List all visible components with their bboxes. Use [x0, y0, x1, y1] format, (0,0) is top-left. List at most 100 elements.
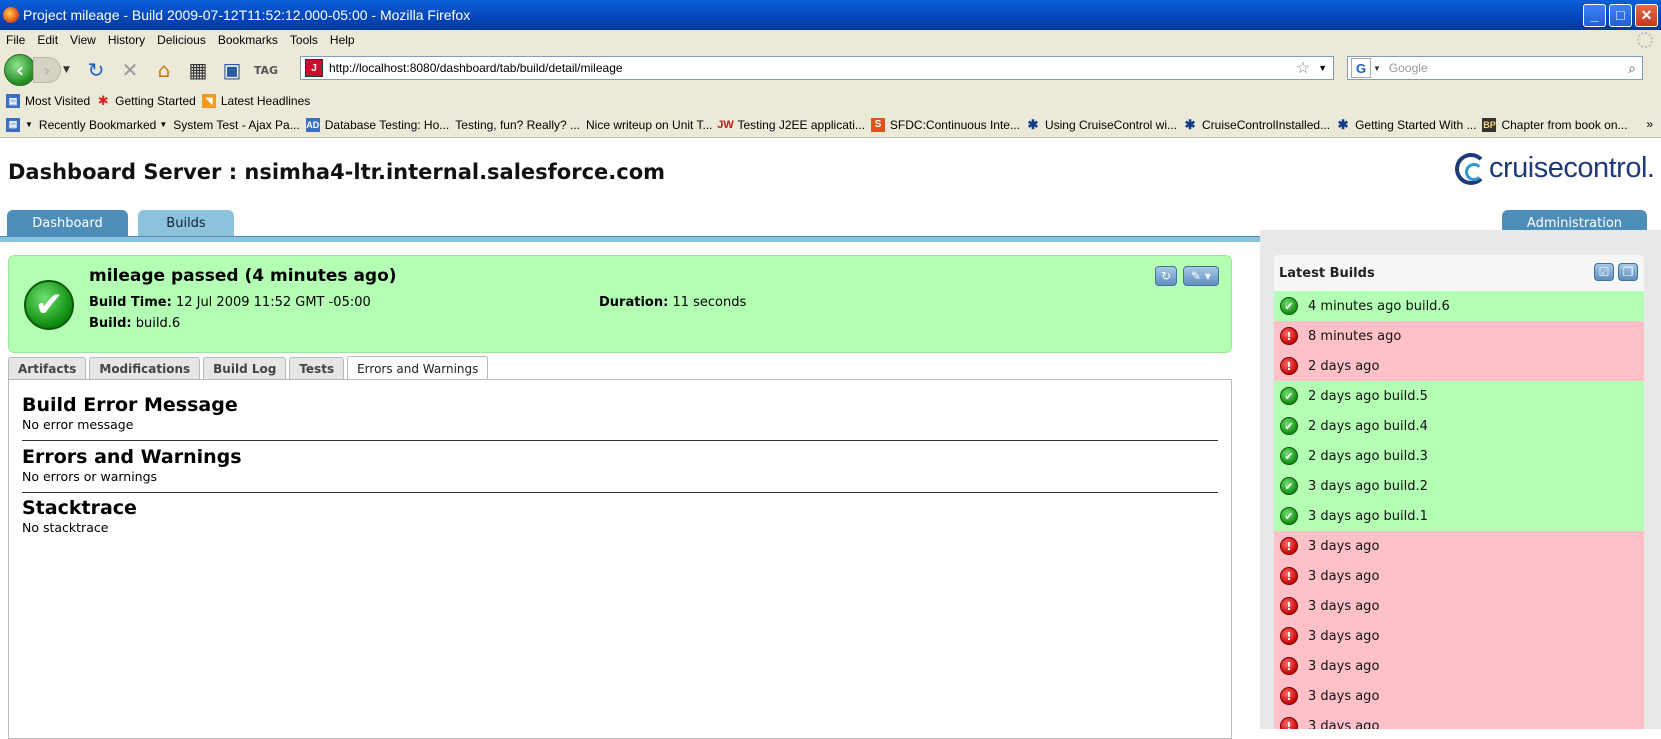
menu-file[interactable]: File	[6, 33, 25, 47]
list-item[interactable]: ! 3 days ago	[1274, 681, 1644, 711]
url-bar[interactable]: J http://localhost:8080/dashboard/tab/bu…	[300, 56, 1334, 80]
latest-builds-title: Latest Builds	[1279, 265, 1375, 281]
menu-delicious[interactable]: Delicious	[157, 33, 206, 47]
list-item[interactable]: ✔ 2 days ago build.4	[1274, 411, 1644, 441]
bookmark-menu-icon[interactable]: ▤ ▼	[6, 117, 33, 132]
engine-dropdown-icon[interactable]: ▼	[1373, 64, 1381, 73]
bookmark-item[interactable]: Nice writeup on Unit T...	[0, 117, 713, 264]
list-item[interactable]: ! 3 days ago	[1274, 531, 1644, 561]
latest-builds-header: Latest Builds ☑ ❐	[1274, 255, 1644, 291]
section-text: No error message	[22, 417, 134, 432]
toolbar-grid-icon[interactable]: ▦	[185, 57, 211, 83]
list-item[interactable]: ✔ 3 days ago build.2	[1274, 471, 1644, 501]
failed-icon: !	[1280, 627, 1298, 645]
build-summary-title: mileage passed (4 minutes ago)	[89, 266, 397, 286]
menu-edit[interactable]: Edit	[37, 33, 58, 47]
stacktrace-section: Stacktrace No stacktrace	[22, 496, 1218, 536]
menu-view[interactable]: View	[70, 33, 96, 47]
sfdc-icon: S	[870, 117, 885, 132]
list-item[interactable]: ✔ 2 days ago build.3	[1274, 441, 1644, 471]
menu-bookmarks[interactable]: Bookmarks	[218, 33, 278, 47]
list-item[interactable]: ! 3 days ago	[1274, 561, 1644, 591]
bookmark-item[interactable]: ✱ Using CruiseControl wi...	[1026, 117, 1178, 132]
maximize-button[interactable]: □	[1609, 3, 1632, 27]
force-build-icon[interactable]: ↻	[1155, 266, 1177, 286]
more-bookmarks-chevron-icon[interactable]: »	[1646, 117, 1653, 131]
select-all-icon[interactable]: ☑	[1594, 263, 1614, 281]
build-entry-label: 2 days ago build.4	[1308, 418, 1428, 434]
reload-icon[interactable]: ↻	[83, 57, 109, 83]
tab-build-log[interactable]: Build Log	[203, 357, 287, 380]
bookmark-label: Recently Bookmarked	[38, 117, 157, 132]
tab-tests[interactable]: Tests	[289, 357, 345, 380]
bookmark-item[interactable]: AD Database Testing: Ho...	[305, 117, 449, 132]
bookmark-most-visited[interactable]: ▤ Most Visited	[6, 94, 90, 108]
build-entry-label: 3 days ago build.2	[1308, 478, 1428, 494]
bookmark-label: Nice writeup on Unit T...	[586, 117, 713, 132]
list-item[interactable]: ✔ 3 days ago build.1	[1274, 501, 1644, 531]
close-button[interactable]: ✕	[1635, 3, 1658, 27]
bookmark-getting-started[interactable]: ✱ Getting Started	[96, 93, 196, 108]
build-entry-label: 3 days ago	[1308, 688, 1380, 704]
list-item[interactable]: ✔ 4 minutes ago build.6	[1274, 291, 1644, 321]
menu-tools[interactable]: Tools	[290, 33, 318, 47]
tab-artifacts[interactable]: Artifacts	[8, 357, 87, 380]
url-dropdown-icon[interactable]: ▼	[1318, 63, 1327, 73]
build-entry-label: 2 days ago	[1308, 358, 1380, 374]
build-label: Build:	[89, 316, 132, 331]
dropdown-icon: ▼	[159, 120, 168, 129]
menu-history[interactable]: History	[108, 33, 145, 47]
bookmark-label: CruiseControlInstalled...	[1202, 117, 1331, 132]
list-item[interactable]: ! 8 minutes ago	[1274, 321, 1644, 351]
list-item[interactable]: ! 3 days ago	[1274, 711, 1644, 729]
forward-button[interactable]: ›	[33, 57, 61, 83]
bookmark-item[interactable]: System Test - Ajax Pa...	[0, 117, 300, 264]
bookmark-label: System Test - Ajax Pa...	[173, 117, 300, 132]
menu-help[interactable]: Help	[330, 33, 355, 47]
tab-builds[interactable]: Builds	[138, 210, 234, 236]
config-dropdown-icon[interactable]: ✎ ▾	[1183, 266, 1219, 286]
bookmark-label: Testing, fun? Really? ...	[455, 117, 580, 132]
history-dropdown-icon[interactable]: ▼	[63, 65, 75, 75]
search-input[interactable]: Google	[1389, 61, 1628, 75]
stop-icon[interactable]: ✕	[117, 57, 143, 83]
bookmark-item[interactable]: ✱ CruiseControlInstalled...	[1183, 117, 1331, 132]
tag-icon[interactable]: TAG	[253, 57, 279, 83]
tab-dashboard[interactable]: Dashboard	[7, 210, 128, 236]
bookmark-latest-headlines[interactable]: ◥ Latest Headlines	[201, 94, 310, 108]
build-entry-label: 3 days ago	[1308, 658, 1380, 674]
dashboard-page: Dashboard Server : nsimha4-ltr.internal.…	[0, 138, 1661, 739]
minimize-button[interactable]: _	[1583, 3, 1606, 27]
bookmark-item[interactable]: JW Testing J2EE applicati...	[717, 118, 865, 132]
bookmark-item[interactable]: ✱ Getting Started With ...	[1336, 117, 1477, 132]
javaworld-icon: JW	[717, 118, 734, 131]
google-engine-icon[interactable]: G	[1351, 58, 1371, 78]
list-item[interactable]: ! 3 days ago	[1274, 621, 1644, 651]
tab-modifications[interactable]: Modifications	[89, 357, 201, 380]
bookmark-star-icon[interactable]: ☆	[1296, 58, 1310, 78]
bookmark-item[interactable]: S SFDC:Continuous Inte...	[870, 117, 1020, 132]
list-item[interactable]: ✔ 2 days ago build.5	[1274, 381, 1644, 411]
bookmark-folder-icon: ▤	[6, 94, 20, 108]
bookmark-item[interactable]: Testing, fun? Really? ...	[0, 117, 580, 264]
passed-icon: ✔	[1280, 417, 1298, 435]
passed-icon: ✔	[1280, 477, 1298, 495]
search-icon[interactable]: ⌕	[1628, 60, 1636, 77]
list-item[interactable]: ! 3 days ago	[1274, 651, 1644, 681]
bookmarks-menu-icon: ▤	[6, 117, 20, 132]
failed-icon: !	[1280, 357, 1298, 375]
build-number: Build: build.6	[89, 316, 180, 331]
back-button[interactable]: ‹	[4, 54, 36, 86]
search-bar[interactable]: G ▼ Google ⌕	[1347, 56, 1643, 80]
home-icon[interactable]: ⌂	[151, 57, 177, 83]
bookmark-recently-bookmarked[interactable]: Recently Bookmarked ▼	[0, 117, 168, 264]
url-text[interactable]: http://localhost:8080/dashboard/tab/buil…	[329, 61, 1296, 75]
toolbar-page-icon[interactable]: ▣	[219, 57, 245, 83]
expand-icon[interactable]: ❐	[1618, 263, 1638, 281]
tab-errors-and-warnings[interactable]: Errors and Warnings	[347, 356, 489, 380]
cruisecontrol-logo: cruisecontrol.	[1455, 152, 1655, 185]
list-item[interactable]: ! 2 days ago	[1274, 351, 1644, 381]
bookmark-item[interactable]: BP Chapter from book on...	[1482, 117, 1628, 132]
list-item[interactable]: ! 3 days ago	[1274, 591, 1644, 621]
rss-icon: ◥	[201, 94, 216, 108]
